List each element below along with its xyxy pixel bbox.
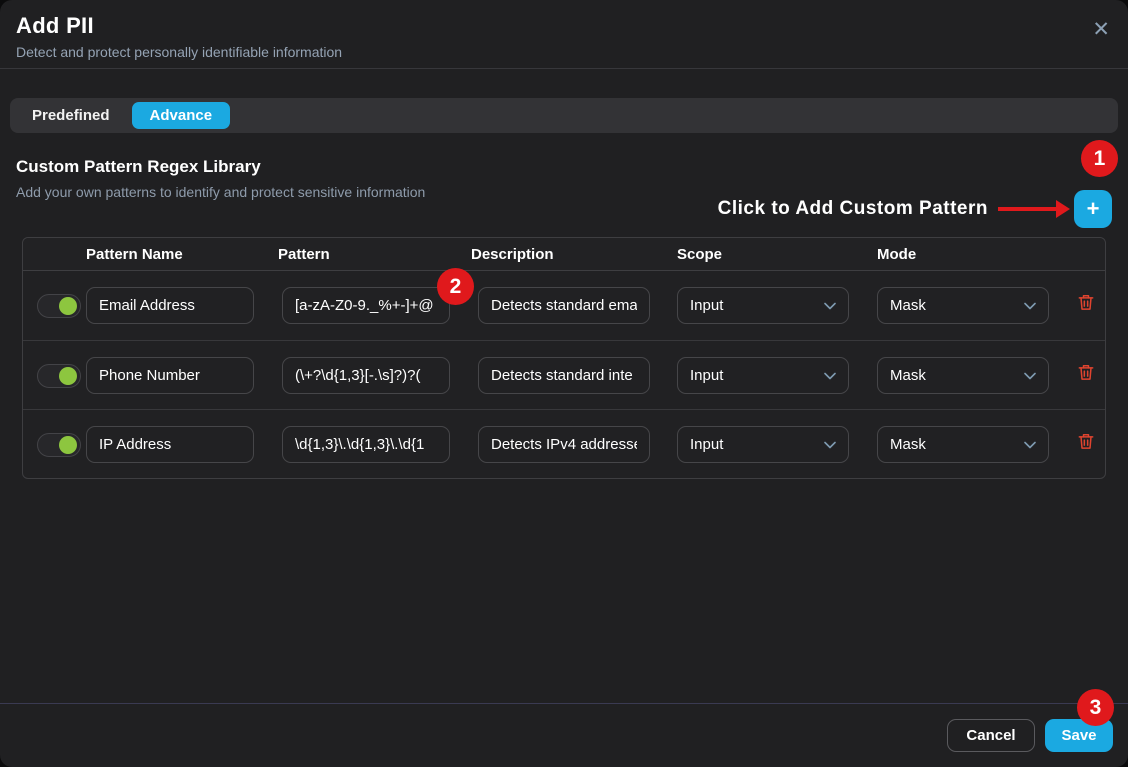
section-title: Custom Pattern Regex Library	[16, 157, 1112, 177]
table-header-row: Pattern Name Pattern Description Scope M…	[23, 238, 1105, 271]
delete-row-icon[interactable]	[1076, 430, 1096, 452]
scope-select[interactable]: Input	[677, 357, 849, 394]
scope-select[interactable]: Input	[677, 287, 849, 324]
column-header-mode: Mode	[877, 246, 916, 263]
add-pattern-cluster: Click to Add Custom Pattern +	[718, 190, 1112, 228]
add-pattern-annotation: Click to Add Custom Pattern	[718, 198, 988, 220]
callout-badge-2: 2	[437, 268, 474, 305]
pattern-regex-input[interactable]	[282, 357, 450, 394]
table-row: Input Mask	[23, 409, 1105, 478]
callout-badge-1: 1	[1081, 140, 1118, 177]
column-header-description: Description	[471, 246, 554, 263]
description-input[interactable]	[478, 426, 650, 463]
chevron-down-icon	[1024, 372, 1036, 380]
delete-row-icon[interactable]	[1076, 361, 1096, 383]
scope-select-value: Input	[690, 367, 723, 384]
pattern-regex-input[interactable]	[282, 426, 450, 463]
toggle-knob	[59, 367, 77, 385]
table-row: Input Mask	[23, 271, 1105, 340]
table-row: Input Mask	[23, 340, 1105, 409]
chevron-down-icon	[824, 302, 836, 310]
pattern-name-input[interactable]	[86, 357, 254, 394]
pattern-regex-input[interactable]	[282, 287, 450, 324]
chevron-down-icon	[824, 372, 836, 380]
tab-advance[interactable]: Advance	[132, 102, 231, 129]
scope-select-value: Input	[690, 436, 723, 453]
enable-toggle[interactable]	[37, 433, 81, 457]
dialog-header: Add PII Detect and protect personally id…	[0, 0, 1128, 69]
callout-badge-3: 3	[1077, 689, 1114, 726]
column-header-scope: Scope	[677, 246, 722, 263]
mode-select[interactable]: Mask	[877, 357, 1049, 394]
custom-pattern-table: Pattern Name Pattern Description Scope M…	[22, 237, 1106, 479]
tab-bar: Predefined Advance	[10, 98, 1118, 133]
mode-select-value: Mask	[890, 297, 926, 314]
dialog-title: Add PII	[16, 13, 1112, 39]
column-header-pattern: Pattern	[278, 246, 330, 263]
cancel-button[interactable]: Cancel	[947, 719, 1035, 752]
description-input[interactable]	[478, 357, 650, 394]
mode-select[interactable]: Mask	[877, 287, 1049, 324]
chevron-down-icon	[1024, 302, 1036, 310]
dialog-footer: Cancel Save	[0, 703, 1128, 767]
add-pii-dialog: Add PII Detect and protect personally id…	[0, 0, 1128, 767]
mode-select-value: Mask	[890, 436, 926, 453]
pattern-name-input[interactable]	[86, 426, 254, 463]
annotation-arrow-icon	[998, 200, 1070, 218]
mode-select-value: Mask	[890, 367, 926, 384]
section-header: Custom Pattern Regex Library Add your ow…	[16, 157, 1112, 229]
description-input[interactable]	[478, 287, 650, 324]
scope-select-value: Input	[690, 297, 723, 314]
toggle-knob	[59, 297, 77, 315]
tab-predefined[interactable]: Predefined	[10, 107, 132, 124]
dialog-subtitle: Detect and protect personally identifiab…	[16, 44, 1112, 60]
pattern-name-input[interactable]	[86, 287, 254, 324]
enable-toggle[interactable]	[37, 364, 81, 388]
mode-select[interactable]: Mask	[877, 426, 1049, 463]
close-icon[interactable]: ✕	[1092, 19, 1110, 40]
chevron-down-icon	[1024, 441, 1036, 449]
column-header-pattern-name: Pattern Name	[86, 246, 183, 263]
add-custom-pattern-button[interactable]: +	[1074, 190, 1112, 228]
enable-toggle[interactable]	[37, 294, 81, 318]
chevron-down-icon	[824, 441, 836, 449]
scope-select[interactable]: Input	[677, 426, 849, 463]
delete-row-icon[interactable]	[1076, 291, 1096, 313]
toggle-knob	[59, 436, 77, 454]
